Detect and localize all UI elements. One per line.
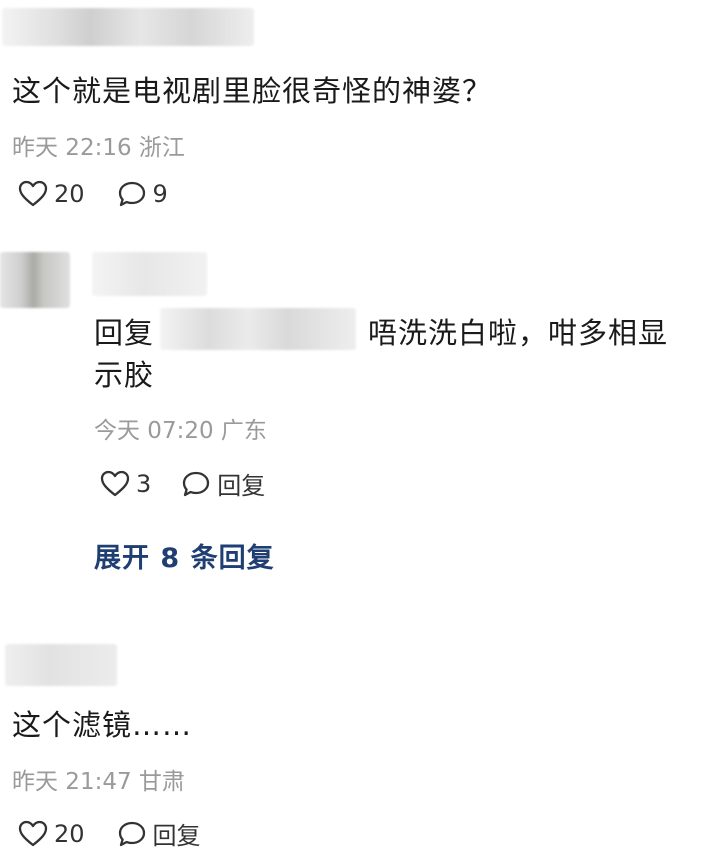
reply-label: 回复: [152, 822, 201, 850]
username-blurred[interactable]: [92, 252, 207, 296]
avatar[interactable]: [0, 252, 70, 308]
comment-bubble-icon: [117, 820, 147, 848]
mentioned-user-blurred[interactable]: [160, 308, 356, 350]
comment-text: 唔洗洗白啦，咁多相显: [368, 316, 669, 350]
username-blurred[interactable]: [5, 644, 117, 686]
reply-label: 回复: [217, 472, 266, 500]
like-button[interactable]: 20: [18, 820, 85, 848]
heart-icon: [18, 820, 48, 848]
comment-text-continued: 示胶: [94, 358, 155, 392]
like-count: 20: [54, 819, 85, 848]
heart-icon: [18, 180, 48, 208]
like-button[interactable]: 3: [100, 470, 151, 498]
comment-actions: 20 9: [18, 180, 168, 208]
reply-count-button[interactable]: 9: [117, 180, 168, 208]
comment-actions: 20 回复: [18, 816, 201, 851]
like-button[interactable]: 20: [18, 180, 85, 208]
comment-text: 这个就是电视剧里脸很奇怪的神婆？: [12, 74, 493, 108]
comment-meta: 今天 07:20 广东: [94, 418, 267, 444]
reply-button[interactable]: 回复: [181, 466, 265, 501]
reply-prefix: 回复: [94, 316, 155, 350]
comment-bubble-icon: [117, 180, 147, 208]
comment-actions: 3 回复: [100, 466, 265, 501]
comment-text: 这个滤镜……: [12, 708, 193, 742]
like-count: 20: [54, 180, 85, 208]
comment-meta: 昨天 21:47 甘肃: [12, 769, 185, 795]
heart-icon: [100, 470, 130, 498]
expand-replies-link[interactable]: 展开 8 条回复: [94, 536, 275, 575]
reply-button[interactable]: 回复: [117, 816, 201, 851]
reply-count: 9: [152, 180, 168, 208]
comment-bubble-icon: [181, 470, 211, 498]
username-blurred[interactable]: [2, 8, 254, 46]
comment-meta: 昨天 22:16 浙江: [12, 135, 185, 161]
like-count: 3: [136, 469, 152, 498]
